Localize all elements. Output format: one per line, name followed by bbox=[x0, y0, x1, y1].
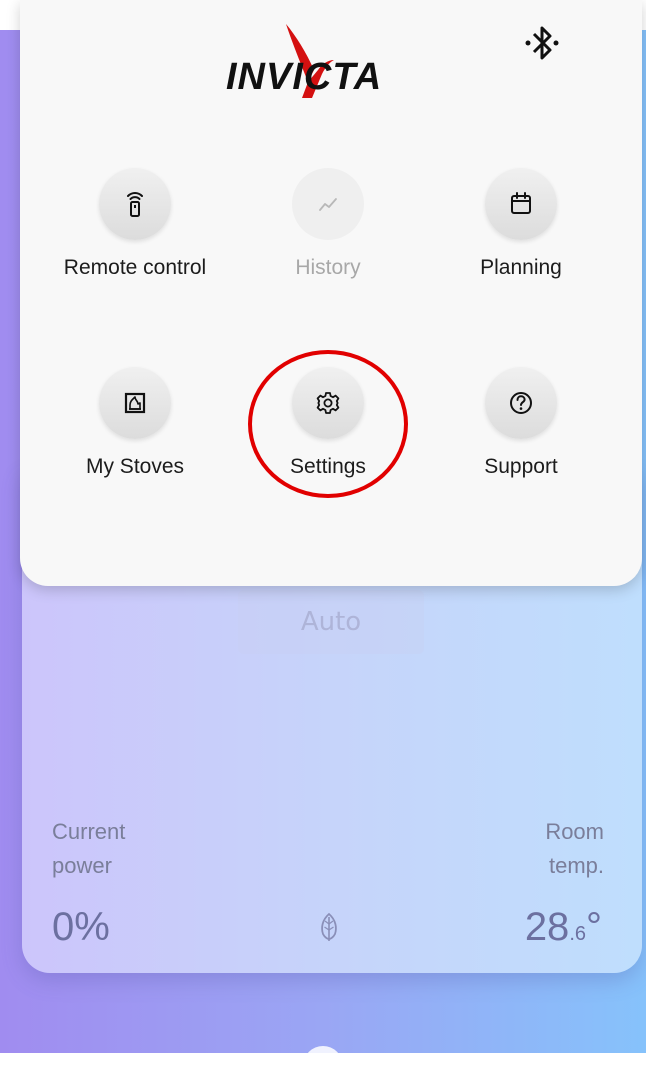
room-temp-decimal: .6 bbox=[569, 923, 586, 945]
settings-button[interactable] bbox=[292, 367, 364, 439]
menu-item-support[interactable]: Support bbox=[431, 367, 611, 497]
history-button[interactable] bbox=[292, 168, 364, 240]
remote-icon bbox=[127, 192, 143, 217]
room-temp-label: Room temp. bbox=[545, 819, 604, 878]
menu-item-planning[interactable]: Planning bbox=[431, 168, 611, 298]
support-label: Support bbox=[484, 455, 558, 478]
menu-panel: INVICTA Remote control History Planning … bbox=[20, 0, 642, 586]
current-power-value: 0% bbox=[52, 905, 110, 949]
my-stoves-button[interactable] bbox=[99, 367, 171, 439]
room-temp-main: 28 bbox=[524, 905, 570, 949]
chart-line-icon bbox=[319, 198, 337, 211]
my-stoves-label: My Stoves bbox=[85, 455, 185, 478]
history-label: History bbox=[295, 256, 361, 279]
home-indicator[interactable] bbox=[303, 1046, 343, 1086]
gear-icon bbox=[316, 392, 340, 414]
room-temp-unit: ° bbox=[586, 905, 602, 949]
calendar-icon bbox=[511, 192, 531, 214]
invicta-logo: INVICTA bbox=[226, 22, 441, 106]
logo-text: INVICTA bbox=[226, 56, 383, 98]
eco-leaf-icon bbox=[321, 912, 337, 941]
stove-icon bbox=[124, 392, 146, 414]
remote-control-button[interactable] bbox=[99, 168, 171, 240]
menu-item-my-stoves[interactable]: My Stoves bbox=[45, 367, 225, 497]
current-power-label: Current power bbox=[52, 819, 126, 878]
planning-label: Planning bbox=[480, 256, 562, 279]
menu-item-settings[interactable]: Settings bbox=[238, 367, 418, 497]
remote-control-label: Remote control bbox=[63, 256, 207, 279]
mode-button[interactable]: Auto bbox=[238, 590, 424, 654]
menu-item-history[interactable]: History bbox=[238, 168, 418, 298]
bluetooth-icon[interactable] bbox=[522, 22, 562, 66]
menu-item-remote-control[interactable]: Remote control bbox=[45, 168, 225, 298]
room-temp-value: 28.6° bbox=[525, 905, 602, 950]
settings-label: Settings bbox=[290, 455, 366, 478]
support-button[interactable] bbox=[485, 367, 557, 439]
planning-button[interactable] bbox=[485, 168, 557, 240]
help-icon bbox=[510, 392, 532, 414]
